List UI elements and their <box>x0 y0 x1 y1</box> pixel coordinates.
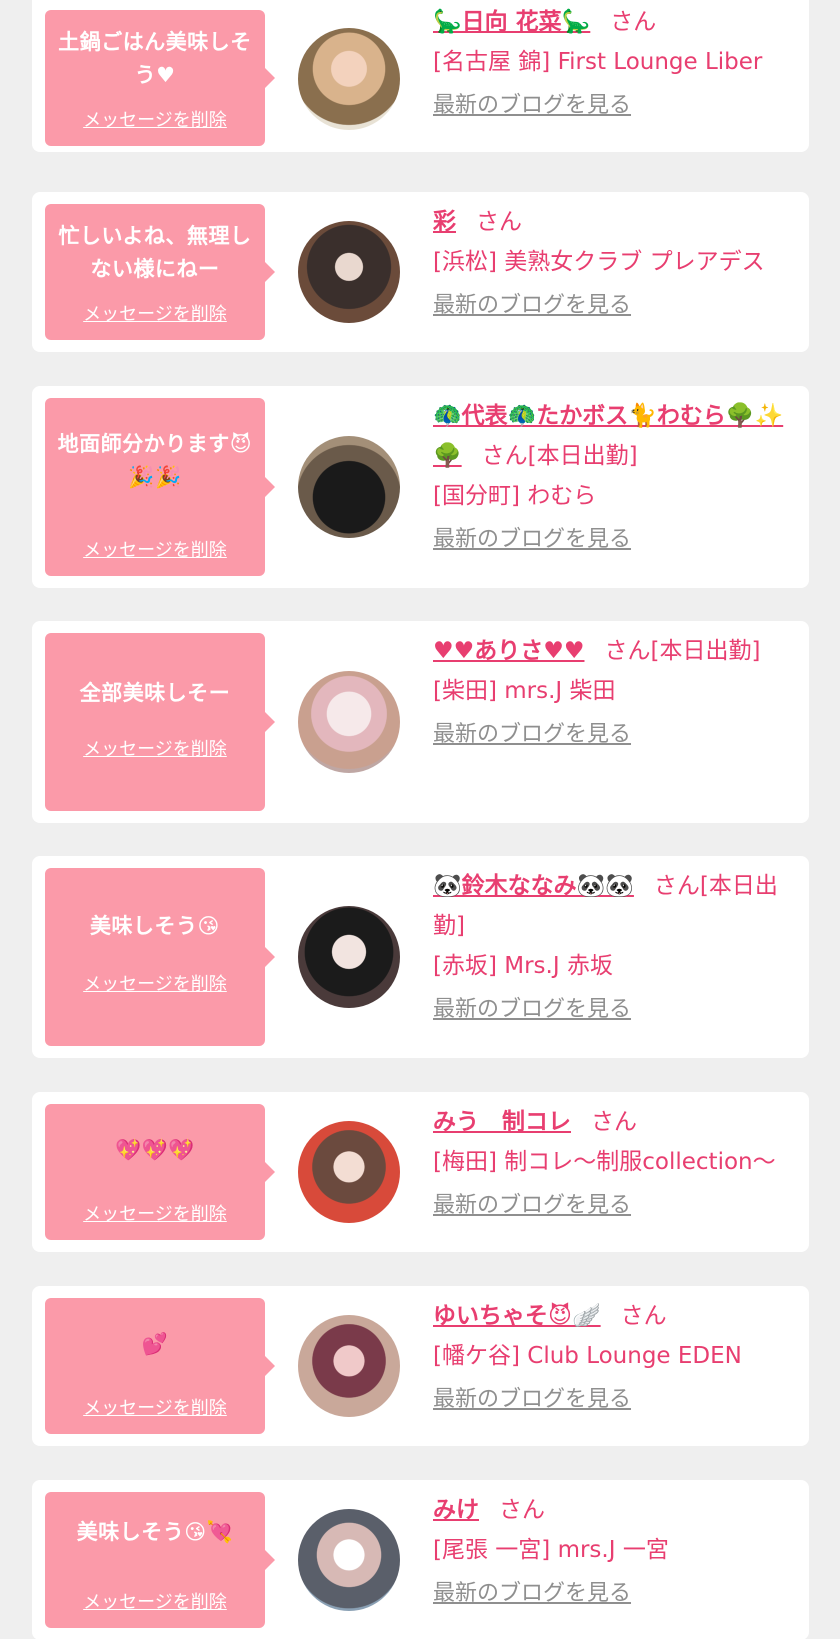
cast-info: 🦕日向 花菜🦕 さん [名古屋 錦] First Lounge Liber 最新の… <box>433 2 799 120</box>
honorific-label: さん[本日出勤] <box>481 443 638 469</box>
message-text: 全部美味しそー <box>79 681 231 705</box>
cast-name-line: ゆいちゃそ😈🪽 さん <box>433 1296 799 1336</box>
message-card: 💕 メッセージを削除 ゆいちゃそ😈🪽 さん [幡ケ谷] Club Lounge E… <box>32 1286 809 1446</box>
message-card: 美味しそう😘💘 メッセージを削除 みけ さん [尾張 一宮] mrs.J 一宮 最… <box>32 1480 809 1639</box>
delete-message-link[interactable]: メッセージを削除 <box>45 970 265 996</box>
delete-message-link[interactable]: メッセージを削除 <box>45 106 265 132</box>
message-bubble: 土鍋ごはん美味しそう♥ メッセージを削除 <box>45 10 275 146</box>
avatar[interactable] <box>298 436 400 538</box>
avatar[interactable] <box>298 1121 400 1223</box>
cast-name-line: 🐼鈴木ななみ🐼🐼 さん[本日出勤] <box>433 866 799 946</box>
avatar[interactable] <box>298 1315 400 1417</box>
message-text: 土鍋ごはん美味しそう♥ <box>58 30 252 87</box>
cast-name-link[interactable]: 彩 <box>433 209 456 235</box>
shop-name: [名古屋 錦] First Lounge Liber <box>433 49 763 75</box>
cast-name-link[interactable]: ゆいちゃそ😈🪽 <box>433 1303 601 1329</box>
cast-name-line: 🦚代表🦚たかボス🐈わむら🌳✨🌳 さん[本日出勤] <box>433 396 799 476</box>
avatar[interactable] <box>298 221 400 323</box>
avatar[interactable] <box>298 28 400 130</box>
delete-message-link[interactable]: メッセージを削除 <box>45 1394 265 1420</box>
delete-message-link[interactable]: メッセージを削除 <box>45 1588 265 1614</box>
cast-name-line: みう 制コレ さん <box>433 1102 799 1142</box>
honorific-label: さん <box>591 1109 637 1135</box>
avatar[interactable] <box>298 906 400 1008</box>
honorific-label: さん <box>476 209 522 235</box>
message-bubble: 美味しそう😘💘 メッセージを削除 <box>45 1492 275 1628</box>
message-text: 地面師分かります😈🎉🎉 <box>57 432 253 489</box>
cast-name-line: 彩さん <box>433 202 799 242</box>
honorific-label: さん <box>620 1303 667 1329</box>
message-bubble: 💖💖💖 メッセージを削除 <box>45 1104 275 1240</box>
latest-blog-link[interactable]: 最新のブログを見る <box>433 292 799 320</box>
shop-name: [赤坂] Mrs.J 赤坂 <box>433 953 613 979</box>
message-card: 💖💖💖 メッセージを削除 みう 制コレ さん [梅田] 制コレ〜制服collect… <box>32 1092 809 1252</box>
cast-info: 🐼鈴木ななみ🐼🐼 さん[本日出勤] [赤坂] Mrs.J 赤坂 最新のブログを見る <box>433 866 799 1024</box>
message-text: 忙しいよね、無理しない様にねー <box>58 224 252 281</box>
message-card: 忙しいよね、無理しない様にねー メッセージを削除 彩さん [浜松] 美熟女クラブ… <box>32 192 809 352</box>
message-bubble: 地面師分かります😈🎉🎉 メッセージを削除 <box>45 398 275 576</box>
cast-name-link[interactable]: 🦕日向 花菜🦕 <box>433 9 590 35</box>
avatar[interactable] <box>298 1509 400 1611</box>
message-bubble: 美味しそう😘 メッセージを削除 <box>45 868 275 1046</box>
cast-name-link[interactable]: みう 制コレ <box>433 1109 571 1135</box>
cast-info: みう 制コレ さん [梅田] 制コレ〜制服collection〜 最新のブログを見… <box>433 1102 799 1220</box>
cast-name-line: ♥♥ありさ♥♥ さん[本日出勤] <box>433 631 799 671</box>
delete-message-link[interactable]: メッセージを削除 <box>45 300 265 326</box>
message-text: 美味しそう😘💘 <box>76 1520 234 1544</box>
honorific-label: さん <box>499 1497 545 1523</box>
latest-blog-link[interactable]: 最新のブログを見る <box>433 526 799 554</box>
latest-blog-link[interactable]: 最新のブログを見る <box>433 1192 799 1220</box>
message-card: 地面師分かります😈🎉🎉 メッセージを削除 🦚代表🦚たかボス🐈わむら🌳✨🌳 さん[本… <box>32 386 809 588</box>
cast-name-line: 🦕日向 花菜🦕 さん <box>433 2 799 42</box>
message-card: 美味しそう😘 メッセージを削除 🐼鈴木ななみ🐼🐼 さん[本日出勤] [赤坂] Mr… <box>32 856 809 1058</box>
message-text: 美味しそう😘 <box>90 914 220 938</box>
latest-blog-link[interactable]: 最新のブログを見る <box>433 721 799 749</box>
message-card: 全部美味しそー メッセージを削除 ♥♥ありさ♥♥ さん[本日出勤] [柴田] mr… <box>32 621 809 823</box>
shop-name: [幡ケ谷] Club Lounge EDEN <box>433 1343 742 1369</box>
shop-name: [尾張 一宮] mrs.J 一宮 <box>433 1537 669 1563</box>
shop-name: [国分町] わむら <box>433 483 597 509</box>
shop-name: [梅田] 制コレ〜制服collection〜 <box>433 1149 776 1175</box>
message-text: 💖💖💖 <box>115 1138 195 1162</box>
cast-name-link[interactable]: みけ <box>433 1497 479 1523</box>
message-card: 土鍋ごはん美味しそう♥ メッセージを削除 🦕日向 花菜🦕 さん [名古屋 錦] F… <box>32 0 809 152</box>
honorific-label: さん[本日出勤] <box>604 638 761 664</box>
delete-message-link[interactable]: メッセージを削除 <box>45 536 265 562</box>
cast-info: みけ さん [尾張 一宮] mrs.J 一宮 最新のブログを見る <box>433 1490 799 1608</box>
cast-name-link[interactable]: ♥♥ありさ♥♥ <box>433 638 584 664</box>
avatar[interactable] <box>298 671 400 773</box>
message-bubble: 忙しいよね、無理しない様にねー メッセージを削除 <box>45 204 275 340</box>
honorific-label: さん <box>610 9 657 35</box>
latest-blog-link[interactable]: 最新のブログを見る <box>433 1386 799 1414</box>
cast-info: ゆいちゃそ😈🪽 さん [幡ケ谷] Club Lounge EDEN 最新のブログを… <box>433 1296 799 1414</box>
latest-blog-link[interactable]: 最新のブログを見る <box>433 996 799 1024</box>
cast-info: 🦚代表🦚たかボス🐈わむら🌳✨🌳 さん[本日出勤] [国分町] わむら 最新のブログ… <box>433 396 799 554</box>
delete-message-link[interactable]: メッセージを削除 <box>45 735 265 761</box>
message-bubble: 💕 メッセージを削除 <box>45 1298 275 1434</box>
delete-message-link[interactable]: メッセージを削除 <box>45 1200 265 1226</box>
shop-name: [浜松] 美熟女クラブ プレアデス <box>433 249 765 275</box>
message-bubble: 全部美味しそー メッセージを削除 <box>45 633 275 811</box>
cast-name-line: みけ さん <box>433 1490 799 1530</box>
latest-blog-link[interactable]: 最新のブログを見る <box>433 92 799 120</box>
shop-name: [柴田] mrs.J 柴田 <box>433 678 616 704</box>
latest-blog-link[interactable]: 最新のブログを見る <box>433 1580 799 1608</box>
cast-info: ♥♥ありさ♥♥ さん[本日出勤] [柴田] mrs.J 柴田 最新のブログを見る <box>433 631 799 749</box>
cast-name-link[interactable]: 🐼鈴木ななみ🐼🐼 <box>433 873 634 899</box>
cast-info: 彩さん [浜松] 美熟女クラブ プレアデス 最新のブログを見る <box>433 202 799 320</box>
message-text: 💕 <box>141 1332 169 1356</box>
